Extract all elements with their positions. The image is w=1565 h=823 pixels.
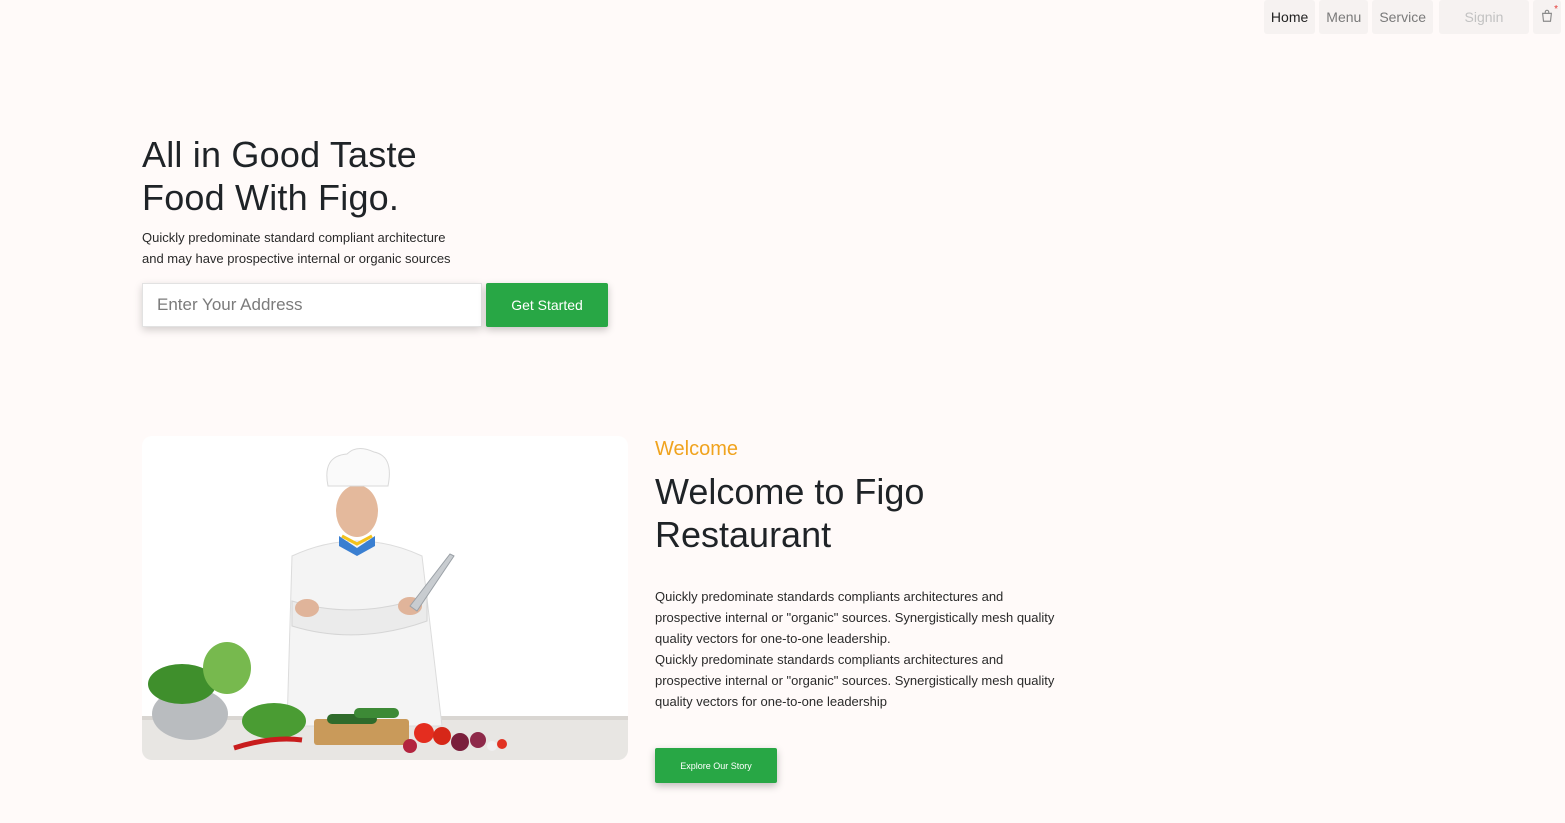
page: Home Menu Service Signin * All in Good T… — [0, 0, 1565, 823]
nav-home[interactable]: Home — [1263, 0, 1316, 34]
welcome-paragraph-2: Quickly predominate standards compliants… — [655, 652, 1055, 709]
hero-section: All in Good Taste Food With Figo. Quickl… — [142, 133, 608, 327]
hero-subtitle: Quickly predominate standard compliant a… — [142, 227, 608, 269]
nav-menu[interactable]: Menu — [1319, 0, 1369, 34]
explore-story-button[interactable]: Explore Our Story — [655, 748, 777, 783]
cart-badge: * — [1554, 4, 1558, 15]
welcome-paragraph-1: Quickly predominate standards compliants… — [655, 589, 1055, 646]
hero-title-line1: All in Good Taste — [142, 134, 417, 175]
welcome-section: Welcome Welcome to Figo Restaurant Quick… — [655, 436, 1055, 712]
chef-image — [142, 436, 628, 760]
cart-button[interactable]: * — [1533, 0, 1561, 34]
welcome-body: Quickly predominate standards compliants… — [655, 586, 1055, 712]
top-nav: Home Menu Service Signin * — [1263, 0, 1565, 36]
hero-title-line2: Food With Figo. — [142, 177, 400, 218]
cart-icon — [1540, 9, 1554, 26]
welcome-title-line1: Welcome to Figo — [655, 471, 925, 512]
welcome-title-line2: Restaurant — [655, 514, 832, 555]
welcome-title: Welcome to Figo Restaurant — [655, 470, 1055, 556]
hero-title: All in Good Taste Food With Figo. — [142, 133, 608, 219]
welcome-kicker: Welcome — [655, 438, 738, 460]
address-form: Get Started — [142, 283, 608, 327]
address-input[interactable] — [142, 283, 482, 327]
signin-button[interactable]: Signin — [1439, 0, 1529, 34]
nav-service[interactable]: Service — [1372, 0, 1433, 34]
hero-sub-line2: and may have prospective internal or org… — [142, 251, 451, 266]
hero-sub-line1: Quickly predominate standard compliant a… — [142, 230, 446, 245]
get-started-button[interactable]: Get Started — [486, 283, 608, 327]
